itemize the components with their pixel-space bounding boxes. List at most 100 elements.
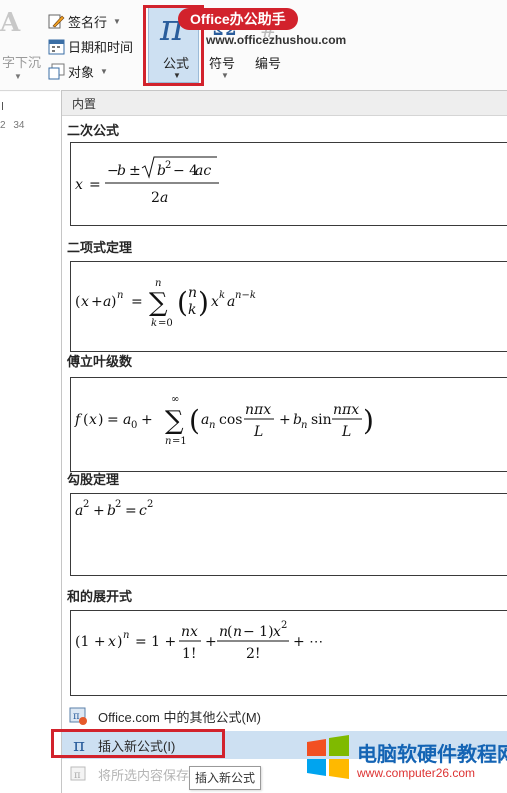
watermark-url: www.officezhushou.com <box>206 33 347 47</box>
equation-binomial[interactable]: (x + a) n = n ∑ k =0 ( n k ) xk a n−k <box>70 261 507 352</box>
svg-text:nx: nx <box>181 624 198 640</box>
svg-text:x: x <box>81 294 89 310</box>
svg-text:x: x <box>273 624 281 640</box>
svg-text:2: 2 <box>115 499 121 510</box>
svg-text:n: n <box>188 285 197 301</box>
svg-text:±: ± <box>129 163 141 179</box>
svg-text:=0: =0 <box>158 318 173 329</box>
svg-text:x: x <box>108 634 116 650</box>
svg-text:1!: 1! <box>182 646 197 662</box>
svg-text:n: n <box>301 420 307 431</box>
tooltip: 插入新公式 <box>189 766 262 790</box>
chevron-down-icon: ▼ <box>100 67 108 76</box>
svg-text:2: 2 <box>147 499 153 510</box>
svg-text:): ) <box>198 286 209 319</box>
drop-cap-dropdown-arrow[interactable]: ▼ <box>14 72 22 81</box>
ribbon-insert-tab: A 字下沉 ▼ 签名行 ▼ 日期和时间 对象 ▼ π 公式 ▼ Ω 符号 ▼ #… <box>0 0 507 92</box>
svg-text:∞: ∞ <box>171 394 179 405</box>
svg-text:+ ⋯: + ⋯ <box>293 634 323 650</box>
ruler-tick <box>2 102 3 110</box>
site-logo: 电脑软硬件教程网 www.computer26.com <box>305 732 507 790</box>
more-equations-label: Office.com 中的其他公式(M) <box>98 709 261 725</box>
section-title-sum-expansion: 和的展开式 <box>67 589 133 604</box>
signature-line-button[interactable]: 签名行 ▼ <box>48 12 121 31</box>
svg-text:ac: ac <box>195 163 211 179</box>
symbol-dropdown-arrow[interactable]: ▼ <box>221 71 229 80</box>
date-time-button[interactable]: 日期和时间 <box>48 37 133 56</box>
ruler-mark: 2 <box>0 120 6 131</box>
svg-text:n: n <box>209 420 215 431</box>
svg-text:x: x <box>75 177 83 193</box>
svg-text:k: k <box>151 318 157 329</box>
svg-text:(1 +: (1 + <box>75 634 106 650</box>
section-title-pythagorean: 勾股定理 <box>67 472 120 487</box>
svg-text:∑: ∑ <box>149 288 168 318</box>
svg-text:n: n <box>117 290 123 301</box>
save-to-gallery-icon: π <box>68 763 90 785</box>
site-title: 电脑软硬件教程网 <box>357 744 507 766</box>
svg-text:(: ( <box>227 624 232 640</box>
svg-text:x: x <box>211 294 219 310</box>
equation-sum-expansion[interactable]: (1 + x) n = 1 + nx 1! + n(n − 1) x 2 2! + ⋯ <box>70 610 507 696</box>
windows-logo-icon <box>307 735 349 779</box>
svg-text:2: 2 <box>151 190 160 206</box>
svg-text:=1: =1 <box>172 436 187 447</box>
quadratic-formula-graphic: x = −b ± b2 − 4ac 2a <box>75 156 219 206</box>
svg-text:k: k <box>188 302 196 318</box>
equation-quadratic[interactable]: x = − b ± b2 − 4 ac 2a <box>70 142 507 226</box>
date-time-label: 日期和时间 <box>68 40 134 55</box>
section-title-fourier: 傅立叶级数 <box>67 354 133 369</box>
object-label: 对象 <box>68 65 95 80</box>
svg-text:): ) <box>117 634 122 650</box>
number-button[interactable]: 编号 <box>255 53 281 72</box>
equation-gallery: 内置 二次公式 x = − b ± b2 − 4 ac 2a 二项式定理 (x + a… <box>61 90 507 793</box>
signature-pen-icon <box>48 13 65 30</box>
svg-text:π: π <box>73 711 80 722</box>
binomial-theorem-graphic: (x + a) n = n ∑ k =0 ( n k ) xk a n−k <box>75 278 256 329</box>
object-button[interactable]: 对象 ▼ <box>48 62 108 81</box>
svg-text:n−k: n−k <box>235 290 256 301</box>
drop-cap-button[interactable]: 字下沉 <box>2 52 41 71</box>
sum-expansion-graphic: (1 + x) n = 1 + nx 1! + n(n − 1) x 2 2! + ⋯ <box>75 620 323 662</box>
svg-text:(: ( <box>177 286 188 319</box>
svg-text:sin: sin <box>311 412 332 428</box>
office-equation-icon: π <box>68 705 90 727</box>
fourier-series-graphic: f(x ) = a0 + ∞ ∑ n =1 ( an cos nπx L + bn … <box>74 394 374 447</box>
ruler: 2 34 <box>0 120 29 131</box>
svg-text:(: ( <box>75 294 80 310</box>
watermark-badge: Office办公助手 <box>178 8 298 30</box>
svg-text:=: = <box>89 177 101 193</box>
svg-text:+: + <box>93 503 105 519</box>
chevron-down-icon: ▼ <box>113 17 121 26</box>
pythagorean-theorem-graphic: a2 + b2 = c2 <box>75 499 153 519</box>
svg-text:k: k <box>219 290 225 301</box>
svg-text:cos: cos <box>219 412 242 428</box>
svg-text:): ) <box>98 412 103 428</box>
svg-text:): ) <box>363 404 374 437</box>
equation-pythagorean[interactable]: a2 + b2 = c2 <box>70 493 507 576</box>
svg-text:n: n <box>123 630 129 641</box>
svg-text:nπx: nπx <box>333 402 359 418</box>
svg-text:f: f <box>74 412 83 428</box>
svg-text:2: 2 <box>165 160 171 171</box>
ribbon-divider <box>0 90 60 91</box>
svg-text:+: + <box>91 294 103 310</box>
insert-equation-highlight-frame <box>51 729 225 758</box>
more-equations-menu-item[interactable]: π Office.com 中的其他公式(M) <box>62 702 507 730</box>
gallery-header: 内置 <box>62 91 507 116</box>
svg-text:(: ( <box>83 412 88 428</box>
symbol-button[interactable]: 符号 <box>209 53 235 72</box>
svg-text:n: n <box>165 436 171 447</box>
svg-text:π: π <box>74 770 81 781</box>
svg-text:x: x <box>89 412 97 428</box>
svg-text:= 1 +: = 1 + <box>135 634 176 650</box>
svg-text:=: = <box>131 294 143 310</box>
save-selection-label: 将所选内容保存 <box>98 767 190 783</box>
svg-text:+: + <box>141 412 153 428</box>
svg-text:∑: ∑ <box>165 406 184 436</box>
svg-text:0: 0 <box>131 420 137 431</box>
svg-text:c: c <box>139 503 147 519</box>
svg-text:L: L <box>341 424 351 440</box>
equation-fourier[interactable]: f(x ) = a0 + ∞ ∑ n =1 ( an cos nπx L + bn … <box>70 377 507 472</box>
gallery-header-label: 内置 <box>72 97 97 111</box>
